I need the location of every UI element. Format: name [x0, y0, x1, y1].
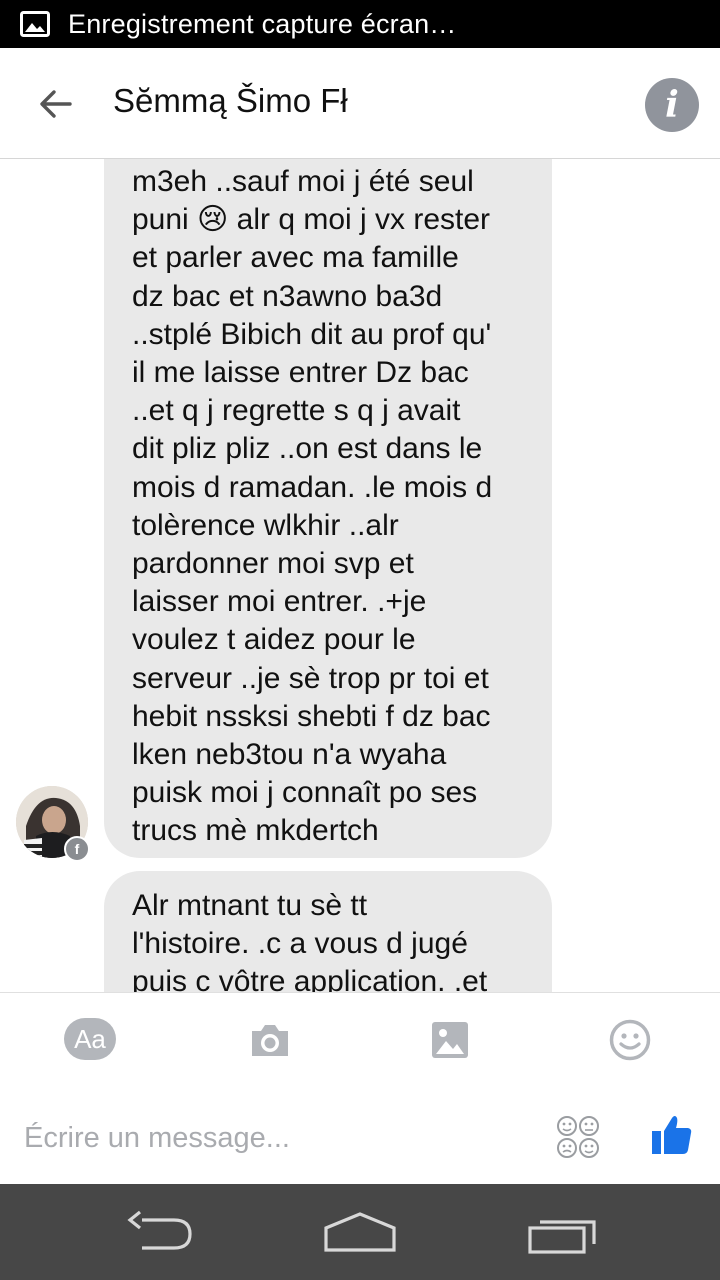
facebook-badge-icon: f [64, 836, 90, 862]
message-input[interactable] [24, 1116, 524, 1160]
message-text: Alr mtnant tu sè tt l'histoire. .c a vou… [132, 889, 488, 992]
back-arrow-icon[interactable] [36, 84, 76, 124]
navigation-bar [0, 1184, 720, 1280]
stickers-icon[interactable] [556, 1114, 602, 1160]
gallery-icon[interactable] [422, 1018, 478, 1062]
home-nav-icon[interactable] [322, 1210, 398, 1254]
notification-text: Enregistrement capture écran… [68, 8, 457, 39]
message-thread[interactable]: m3eh ..sauf moi j été seul puni 😢 alr q … [0, 159, 720, 992]
status-bar: Enregistrement capture écran… [0, 0, 720, 48]
emoji-icon[interactable] [602, 1018, 658, 1062]
message-bubble[interactable]: m3eh ..sauf moi j été seul puni 😢 alr q … [104, 159, 552, 858]
back-nav-icon[interactable] [124, 1208, 196, 1256]
like-thumb-icon[interactable] [650, 1112, 694, 1156]
recent-apps-nav-icon[interactable] [526, 1214, 598, 1256]
info-icon[interactable]: i [645, 78, 699, 132]
message-text: m3eh ..sauf moi j été seul puni 😢 alr q … [132, 165, 493, 848]
contact-name[interactable]: Sĕmmą Šimo Fł [113, 82, 348, 120]
image-notification-icon [20, 11, 50, 37]
text-format-button[interactable]: Aa [64, 1018, 116, 1060]
conversation-header: Sĕmmą Šimo Fł i [0, 48, 720, 159]
message-bubble[interactable]: Alr mtnant tu sè tt l'histoire. .c a vou… [104, 871, 552, 992]
camera-icon[interactable] [242, 1018, 298, 1062]
